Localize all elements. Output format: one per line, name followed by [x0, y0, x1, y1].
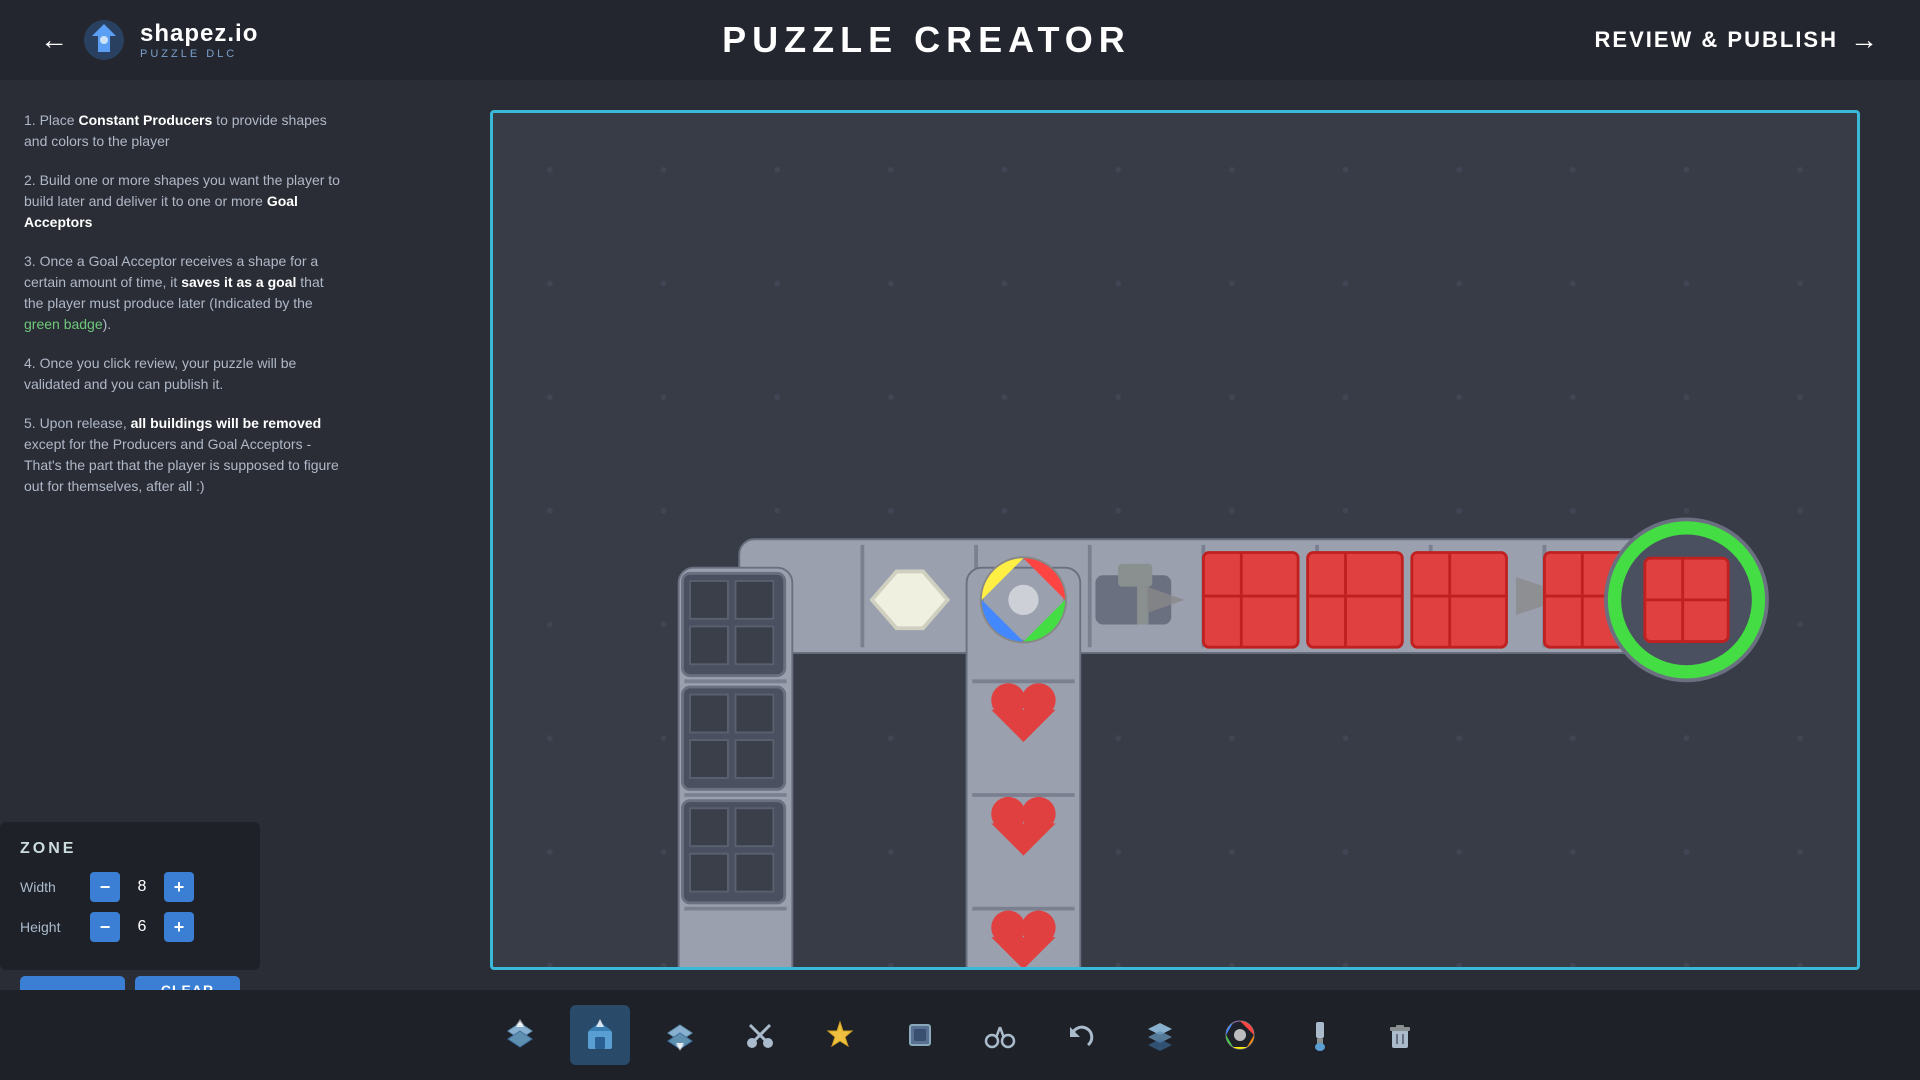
width-value: 8 — [130, 878, 154, 896]
logo-sub: PUZZLE DLC — [140, 48, 237, 60]
logo-container: shapez.io PUZZLE DLC — [140, 20, 258, 60]
color-picker-button[interactable] — [1210, 1005, 1270, 1065]
building-placer-button[interactable] — [570, 1005, 630, 1065]
back-arrow-icon: ← — [40, 24, 68, 56]
area-select-button[interactable] — [890, 1005, 950, 1065]
instruction-4: 4. Once you click review, your puzzle wi… — [24, 353, 346, 395]
logo-icon — [80, 16, 128, 64]
instruction-2: 2. Build one or more shapes you want the… — [24, 170, 346, 233]
review-publish-button[interactable]: REVIEW & PUBLISH → — [1595, 24, 1880, 56]
height-plus-button[interactable]: + — [164, 912, 194, 942]
puzzle-canvas-area[interactable] — [490, 110, 1860, 970]
instruction-1: 1. Place Constant Producers to provide s… — [24, 110, 346, 152]
height-row: Height − 6 + — [20, 912, 240, 942]
zone-label: ZONE — [20, 840, 240, 858]
review-arrow-icon: → — [1850, 24, 1880, 56]
back-button[interactable]: ← shapez.io PUZZLE DLC — [40, 16, 258, 64]
header: ← shapez.io PUZZLE DLC PUZZLE CREATOR RE… — [0, 0, 1920, 80]
bottom-toolbar — [0, 990, 1920, 1080]
instruction-5: 5. Upon release, all buildings will be r… — [24, 413, 346, 497]
layers-down-button[interactable] — [650, 1005, 710, 1065]
review-publish-label: REVIEW & PUBLISH — [1595, 27, 1838, 53]
scissors-button[interactable] — [970, 1005, 1030, 1065]
puzzle-svg — [493, 113, 1857, 970]
zone-panel: ZONE Width − 8 + Height − 6 + — [0, 822, 260, 970]
width-row: Width − 8 + — [20, 872, 240, 902]
height-label: Height — [20, 919, 80, 935]
logo-text: shapez.io — [140, 20, 258, 48]
cut-button[interactable] — [730, 1005, 790, 1065]
instruction-3: 3. Once a Goal Acceptor receives a shape… — [24, 251, 346, 335]
trash-button[interactable] — [1370, 1005, 1430, 1065]
width-label: Width — [20, 879, 80, 895]
height-value: 6 — [130, 918, 154, 936]
width-plus-button[interactable]: + — [164, 872, 194, 902]
height-minus-button[interactable]: − — [90, 912, 120, 942]
layers-up-button[interactable] — [490, 1005, 550, 1065]
width-minus-button[interactable]: − — [90, 872, 120, 902]
layers-button[interactable] — [1130, 1005, 1190, 1065]
blueprint-button[interactable] — [810, 1005, 870, 1065]
undo-button[interactable] — [1050, 1005, 1110, 1065]
page-title: PUZZLE CREATOR — [722, 19, 1131, 61]
paintbrush-button[interactable] — [1290, 1005, 1350, 1065]
